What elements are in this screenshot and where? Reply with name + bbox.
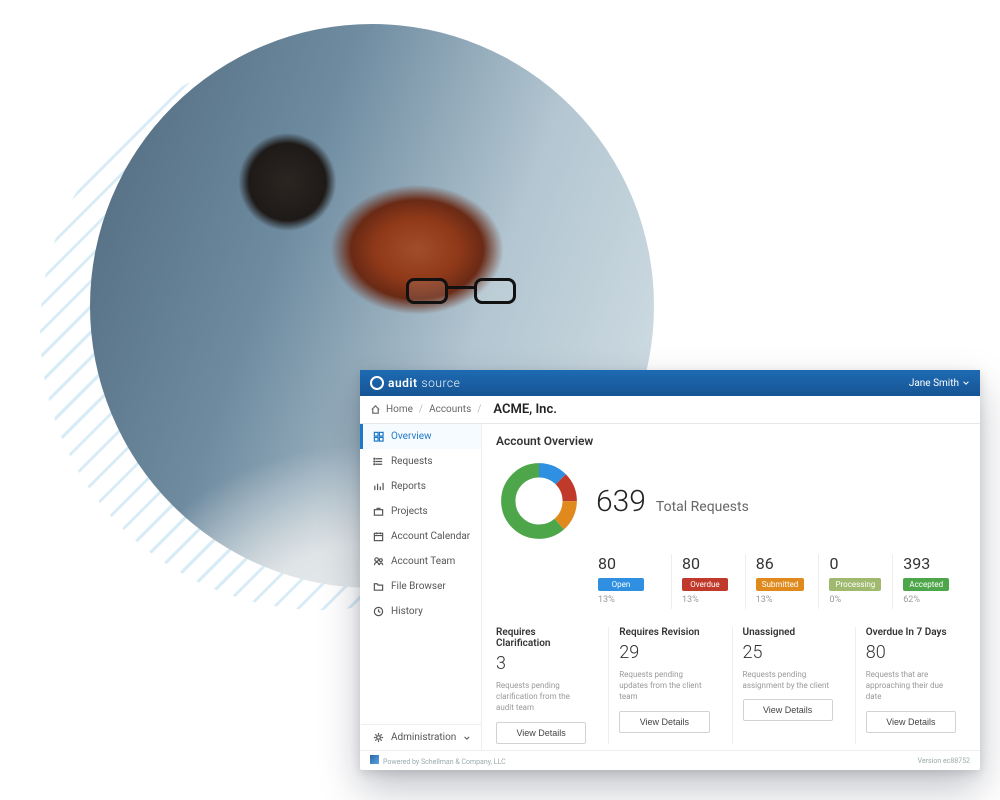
- stat-accepted: 393 Accepted 62%: [892, 554, 966, 609]
- brand-logo-icon: [370, 376, 384, 390]
- app-window: audit source Jane Smith Home / Accounts /…: [360, 370, 980, 770]
- card-desc: Requests pending updates from the client…: [619, 669, 709, 703]
- card-overdue-in-7-days: Overdue In 7 Days 80 Requests that are a…: [855, 627, 966, 744]
- brand[interactable]: audit source: [370, 376, 460, 390]
- view-details-button[interactable]: View Details: [496, 722, 586, 744]
- total-count: 639: [596, 484, 646, 519]
- footer-powered: Powered by Schellman & Company, LLC: [370, 755, 506, 766]
- glasses-illustration: [406, 278, 516, 308]
- dashboard-icon: [373, 431, 384, 442]
- card-desc: Requests pending assignment by the clien…: [743, 669, 833, 691]
- sidebar-item-label: Overview: [391, 431, 432, 442]
- card-title: Requires Clarification: [496, 627, 586, 649]
- sidebar-item-label: History: [391, 606, 423, 617]
- stat-value: 0: [829, 554, 882, 573]
- card-value: 80: [866, 642, 956, 663]
- sidebar-item-file-browser[interactable]: File Browser: [360, 574, 481, 599]
- gear-icon: [373, 732, 384, 743]
- user-name: Jane Smith: [909, 378, 959, 389]
- crumb-home[interactable]: Home: [386, 404, 413, 415]
- view-details-button[interactable]: View Details: [619, 711, 709, 733]
- top-bar: audit source Jane Smith: [360, 370, 980, 396]
- sidebar-item-requests[interactable]: Requests: [360, 449, 481, 474]
- sidebar-item-reports[interactable]: Reports: [360, 474, 481, 499]
- card-title: Requires Revision: [619, 627, 709, 638]
- sidebar-item-history[interactable]: History: [360, 599, 481, 624]
- total-label: Total Requests: [656, 499, 749, 515]
- stat-percent: 13%: [598, 595, 661, 605]
- sidebar-item-label: File Browser: [391, 581, 446, 592]
- home-icon: [370, 404, 381, 415]
- card-unassigned: Unassigned 25 Requests pending assignmen…: [732, 627, 843, 744]
- footer: Powered by Schellman & Company, LLC Vers…: [360, 750, 980, 770]
- stat-percent: 13%: [756, 595, 809, 605]
- stat-processing: 0 Processing 0%: [818, 554, 892, 609]
- main-panel: Account Overview 639 Total Requests 80 O…: [482, 424, 980, 750]
- sidebar-item-label: Projects: [391, 506, 428, 517]
- total-requests: 639 Total Requests: [596, 484, 749, 519]
- card-requires-clarification: Requires Clarification 3 Requests pendin…: [496, 627, 596, 744]
- card-title: Unassigned: [743, 627, 833, 638]
- stat-value: 393: [903, 554, 956, 573]
- stat-open: 80 Open 13%: [598, 554, 671, 609]
- status-badge: Accepted: [903, 578, 949, 591]
- chevron-down-icon: [962, 379, 970, 387]
- overview-row: 639 Total Requests: [496, 458, 966, 544]
- team-icon: [373, 556, 384, 567]
- sidebar: Overview Requests Reports Projects Account C…: [360, 424, 482, 750]
- requests-donut-chart: [496, 458, 582, 544]
- sidebar-item-administration[interactable]: Administration: [360, 724, 481, 750]
- view-details-button[interactable]: View Details: [866, 711, 956, 733]
- user-menu[interactable]: Jane Smith: [909, 378, 970, 389]
- stat-submitted: 86 Submitted 13%: [745, 554, 819, 609]
- stat-value: 86: [756, 554, 809, 573]
- sidebar-item-overview[interactable]: Overview: [360, 424, 481, 449]
- status-stats: 80 Open 13%80 Overdue 13%86 Submitted 13…: [598, 554, 966, 609]
- card-requires-revision: Requires Revision 29 Requests pending up…: [608, 627, 719, 744]
- crumb-accounts[interactable]: Accounts: [429, 404, 471, 415]
- folder-icon: [373, 581, 384, 592]
- crumb-sep: /: [477, 404, 481, 415]
- sidebar-item-projects[interactable]: Projects: [360, 499, 481, 524]
- chevron-down-icon: [463, 734, 471, 742]
- card-value: 29: [619, 642, 709, 663]
- stat-percent: 62%: [903, 595, 956, 605]
- report-icon: [373, 481, 384, 492]
- briefcase-icon: [373, 506, 384, 517]
- calendar-icon: [373, 531, 384, 542]
- stat-value: 80: [598, 554, 661, 573]
- sidebar-item-label: Account Team: [391, 556, 455, 567]
- view-details-button[interactable]: View Details: [743, 699, 833, 721]
- brand-text-2: source: [422, 376, 461, 390]
- status-badge: Open: [598, 578, 644, 591]
- footer-version: Version ec88752: [918, 757, 970, 765]
- sidebar-item-label: Requests: [391, 456, 433, 467]
- sidebar-item-account-calendar[interactable]: Account Calendar: [360, 524, 481, 549]
- status-badge: Submitted: [756, 578, 805, 591]
- stat-overdue: 80 Overdue 13%: [671, 554, 745, 609]
- sidebar-item-label: Reports: [391, 481, 426, 492]
- card-desc: Requests that are approaching their due …: [866, 669, 956, 703]
- clock-icon: [373, 606, 384, 617]
- card-value: 3: [496, 653, 586, 674]
- footer-logo-icon: [370, 755, 379, 764]
- breadcrumb: Home / Accounts / ACME, Inc.: [360, 396, 980, 424]
- stat-percent: 0%: [829, 595, 882, 605]
- crumb-current: ACME, Inc.: [493, 402, 557, 417]
- status-badge: Processing: [829, 578, 881, 591]
- list-icon: [373, 456, 384, 467]
- card-value: 25: [743, 642, 833, 663]
- sidebar-item-label: Administration: [391, 732, 456, 743]
- sidebar-item-account-team[interactable]: Account Team: [360, 549, 481, 574]
- card-desc: Requests pending clarification from the …: [496, 680, 586, 714]
- status-badge: Overdue: [682, 578, 728, 591]
- info-cards: Requires Clarification 3 Requests pendin…: [496, 627, 966, 744]
- card-title: Overdue In 7 Days: [866, 627, 956, 638]
- stat-percent: 13%: [682, 595, 735, 605]
- brand-text-1: audit: [388, 376, 418, 390]
- sidebar-item-label: Account Calendar: [391, 531, 470, 542]
- page-title: Account Overview: [496, 434, 966, 448]
- stat-value: 80: [682, 554, 735, 573]
- crumb-sep: /: [419, 404, 423, 415]
